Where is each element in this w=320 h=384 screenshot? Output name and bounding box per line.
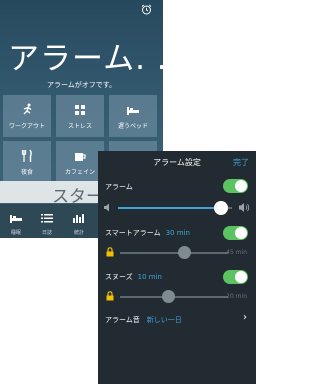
smart-alarm-slider-row: 45 min [98,245,256,261]
alarm-label: アラーム [105,183,133,191]
tile-caffeine[interactable]: カフェイン [56,141,104,183]
bed-tab-icon [10,215,22,223]
tile-label: 遅うベッド [117,123,148,130]
snooze-toggle[interactable] [223,270,248,284]
coffee-icon [75,153,86,161]
alarm-row: アラーム [98,177,256,197]
stress-icon [75,105,85,115]
tile-label: 夜食 [20,169,33,176]
tab-label: 日誌 [41,230,52,236]
volume-high-icon [239,203,250,212]
bed-icon [127,107,139,115]
tab-sleep[interactable]: 睡眠 [1,208,31,236]
tab-label: 睡眠 [10,230,21,236]
tab-label: 統計 [73,230,84,236]
snooze-row: スヌーズ 10 min [98,267,256,287]
smart-alarm-slider-thumb[interactable] [178,246,192,259]
alarm-settings-panel: アラーム設定 完了 アラーム スマートアラーム 30 min 45 min スヌ… [98,151,256,384]
volume-low-icon [104,203,109,212]
list-icon [41,214,53,223]
snooze-title: スヌーズ [105,273,133,281]
bar-chart-icon [73,214,84,223]
volume-slider-thumb[interactable] [213,201,228,215]
smart-alarm-max: 45 min [226,249,247,256]
tile-stress[interactable]: ストレス [56,95,104,137]
tile-late-bed[interactable]: 遅うベッド [109,95,157,137]
smart-alarm-label: スマートアラーム 30 min [105,228,190,238]
snooze-value: 10 min [137,273,162,281]
smart-alarm-title: スマートアラーム [105,229,161,237]
smart-alarm-slider[interactable] [120,252,228,254]
tab-journal[interactable]: 日誌 [32,208,62,236]
snooze-max: 20 min [226,293,247,300]
tile-label: カフェイン [64,169,95,176]
smart-alarm-value: 30 min [165,229,190,237]
alarm-clock-icon[interactable] [141,4,152,15]
tile-label: ストレス [67,123,92,130]
alarm-sound-value: 新しい一日 [146,316,182,324]
alarm-status-text: アラームがオフです。 [46,81,117,89]
tile-label: ワークアウト [8,123,45,130]
alarm-sound-title: アラーム音 [105,316,140,324]
smart-alarm-toggle[interactable] [223,226,248,240]
runner-icon [23,103,32,115]
volume-row [98,199,256,217]
panel-header: アラーム設定 完了 [98,151,256,173]
tab-stats[interactable]: 統計 [64,208,94,236]
chevron-right-icon: › [243,312,247,323]
snooze-slider-thumb[interactable] [162,290,176,303]
tile-late-meal[interactable]: 夜食 [3,141,51,183]
lock-icon [106,291,114,301]
lock-icon [106,247,114,257]
alarm-toggle[interactable] [223,179,248,193]
smart-alarm-row: スマートアラーム 30 min [98,223,256,243]
page-title: アラーム. . . [8,41,163,77]
alarm-sound-label: アラーム音 新しい一日 [105,315,182,325]
food-icon [21,149,32,162]
alarm-sound-row[interactable]: アラーム音 新しい一日 › [98,311,256,329]
snooze-label: スヌーズ 10 min [105,272,162,282]
done-button[interactable]: 完了 [233,157,249,168]
snooze-slider-row: 20 min [98,289,256,305]
tile-workout[interactable]: ワークアウト [3,95,51,137]
